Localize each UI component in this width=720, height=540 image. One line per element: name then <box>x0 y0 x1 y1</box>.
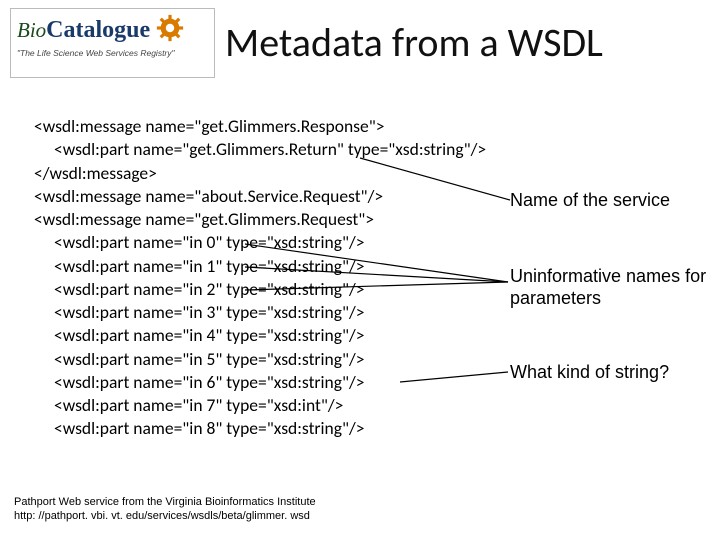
code-line: <wsdl:part name="in 3" type="xsd:string"… <box>34 301 504 324</box>
footer-credit: Pathport Web service from the Virginia B… <box>14 495 316 524</box>
annotation-service-name: Name of the service <box>510 190 670 211</box>
slide-title: Metadata from a WSDL <box>225 18 603 67</box>
gear-icon <box>155 13 185 48</box>
code-line: <wsdl:part name="in 5" type="xsd:string"… <box>34 348 504 371</box>
code-line: <wsdl:message name="get.Glimmers.Respons… <box>34 115 504 138</box>
annotation-string-kind: What kind of string? <box>510 362 669 383</box>
logo-catalogue-text: Catalogue <box>46 17 150 43</box>
logo-bio-text: Bio <box>17 18 46 43</box>
code-line: <wsdl:part name="in 8" type="xsd:string"… <box>34 417 504 440</box>
code-line: <wsdl:part name="in 1" type="xsd:string"… <box>34 255 504 278</box>
logo-tagline: "The Life Science Web Services Registry" <box>17 48 208 58</box>
code-line: </wsdl:message> <box>34 162 504 185</box>
annotation-uninformative: Uninformative names for parameters <box>510 266 720 309</box>
code-line: <wsdl:part name="in 7" type="xsd:int"/> <box>34 394 504 417</box>
footer-line-2: http: //pathport. vbi. vt. edu/services/… <box>14 509 316 523</box>
footer-line-1: Pathport Web service from the Virginia B… <box>14 495 316 509</box>
code-line: <wsdl:part name="in 6" type="xsd:string"… <box>34 371 504 394</box>
code-line: <wsdl:message name="get.Glimmers.Request… <box>34 208 504 231</box>
code-line: <wsdl:message name="about.Service.Reques… <box>34 185 504 208</box>
code-line: <wsdl:part name="in 4" type="xsd:string"… <box>34 324 504 347</box>
wsdl-code-block: <wsdl:message name="get.Glimmers.Respons… <box>34 115 504 441</box>
code-line: <wsdl:part name="in 0" type="xsd:string"… <box>34 231 504 254</box>
code-line: <wsdl:part name="get.Glimmers.Return" ty… <box>34 138 504 161</box>
code-line: <wsdl:part name="in 2" type="xsd:string"… <box>34 278 504 301</box>
logo-box: BioCatalogue <box>10 8 215 78</box>
